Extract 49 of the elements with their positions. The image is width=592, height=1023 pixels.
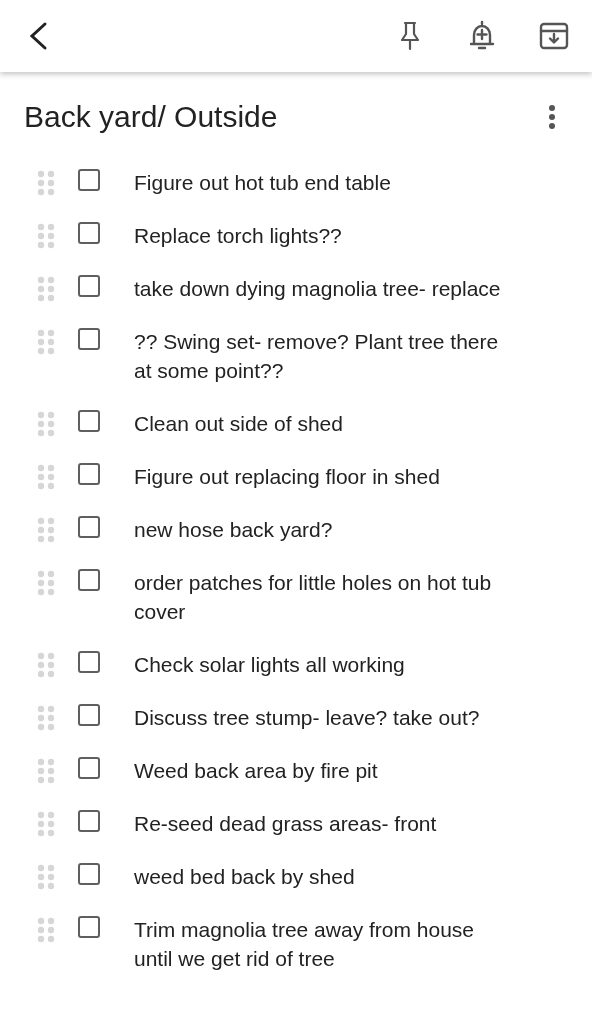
pin-icon: [398, 21, 422, 51]
drag-handle-icon[interactable]: [36, 170, 56, 196]
back-icon: [27, 21, 49, 51]
item-text[interactable]: weed bed back by shed: [134, 862, 509, 891]
checkbox[interactable]: [78, 810, 100, 832]
item-text[interactable]: order patches for little holes on hot tub cover: [134, 568, 509, 626]
item-text[interactable]: Re-seed dead grass areas- front: [134, 809, 509, 838]
drag-handle-icon[interactable]: [36, 411, 56, 437]
item-text[interactable]: Figure out hot tub end table: [134, 168, 509, 197]
drag-handle-icon[interactable]: [36, 811, 56, 837]
drag-handle-icon[interactable]: [36, 329, 56, 355]
drag-handle-icon[interactable]: [36, 517, 56, 543]
checkbox[interactable]: [78, 222, 100, 244]
checkbox[interactable]: [78, 410, 100, 432]
checkbox[interactable]: [78, 569, 100, 591]
checkbox[interactable]: [78, 863, 100, 885]
more-icon: [548, 104, 556, 130]
drag-handle-icon[interactable]: [36, 223, 56, 249]
checkbox[interactable]: [78, 463, 100, 485]
checkbox[interactable]: [78, 275, 100, 297]
item-text[interactable]: Figure out replacing floor in shed: [134, 462, 509, 491]
item-text[interactable]: take down dying magnolia tree- replace: [134, 274, 509, 303]
note-title[interactable]: Back yard/ Outside: [24, 100, 548, 134]
drag-handle-icon[interactable]: [36, 570, 56, 596]
drag-handle-icon[interactable]: [36, 864, 56, 890]
drag-handle-icon[interactable]: [36, 464, 56, 490]
item-text[interactable]: ?? Swing set- remove? Plant tree there at some point??: [134, 327, 509, 385]
drag-handle-icon[interactable]: [36, 652, 56, 678]
checkbox[interactable]: [78, 916, 100, 938]
drag-handle-icon[interactable]: [36, 758, 56, 784]
item-text[interactable]: Clean out side of shed: [134, 409, 509, 438]
drag-handle-icon[interactable]: [36, 917, 56, 943]
item-text[interactable]: Discuss tree stump- leave? take out?: [134, 703, 509, 732]
more-button[interactable]: [548, 104, 556, 130]
item-text[interactable]: Trim magnolia tree away from house until we get rid of tree: [134, 915, 509, 973]
item-text[interactable]: Replace torch lights??: [134, 221, 509, 250]
bell-plus-icon: [469, 20, 495, 52]
checkbox[interactable]: [78, 516, 100, 538]
archive-icon: [539, 22, 569, 50]
drag-handle-icon[interactable]: [36, 705, 56, 731]
checkbox[interactable]: [78, 328, 100, 350]
checkbox[interactable]: [78, 651, 100, 673]
checkbox[interactable]: [78, 757, 100, 779]
checkbox[interactable]: [78, 704, 100, 726]
item-text[interactable]: Weed back area by fire pit: [134, 756, 509, 785]
drag-handle-icon[interactable]: [36, 276, 56, 302]
item-text[interactable]: new hose back yard?: [134, 515, 509, 544]
checkbox[interactable]: [78, 169, 100, 191]
item-text[interactable]: Check solar lights all working: [134, 650, 509, 679]
